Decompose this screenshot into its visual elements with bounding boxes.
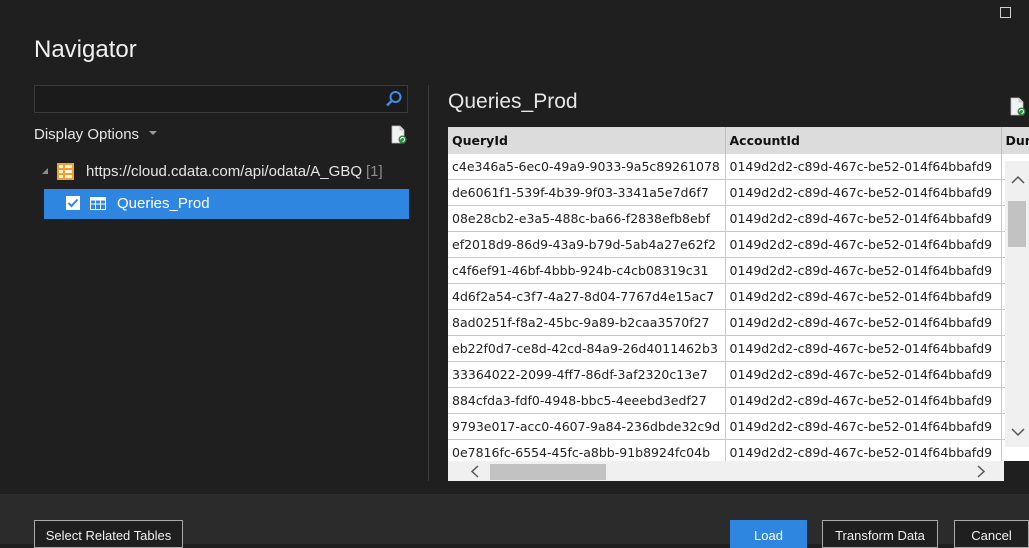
refresh-icon[interactable]: [390, 125, 408, 145]
column-header-accountid[interactable]: AccountId: [725, 127, 1002, 154]
cell-queryid: 0e7816fc-6554-45fc-a8bb-91b8924fc04b: [448, 439, 726, 461]
vertical-scrollbar[interactable]: [1005, 161, 1029, 447]
column-header-queryid[interactable]: QueryId: [448, 127, 726, 154]
cell-queryid: 4d6f2a54-c3f7-4a27-8d04-7767d4e15ac7: [448, 283, 726, 310]
checkbox-checked-icon[interactable]: [66, 196, 80, 210]
tree-item-queries-prod[interactable]: Queries_Prod: [44, 189, 409, 219]
table-row: 884cfda3-fdf0-4948-bbc5-4eeebd3edf27 0149…: [448, 387, 1029, 414]
table-row: eb22f0d7-ce8d-42cd-84a9-26d4011462b3 0149…: [448, 335, 1029, 362]
cell-queryid: 33364022-2099-4ff7-86df-3af2320c13e7: [448, 361, 726, 388]
horizontal-scrollbar[interactable]: [448, 461, 1004, 481]
cell-accountid: 0149d2d2-c89d-467c-be52-014f64bbafd9: [725, 387, 1002, 414]
search-input[interactable]: [35, 86, 387, 112]
cell-queryid: eb22f0d7-ce8d-42cd-84a9-26d4011462b3: [448, 335, 726, 362]
source-url: https://cloud.cdata.com/api/odata/A_GBQ: [86, 163, 362, 180]
maximize-icon[interactable]: [1000, 7, 1011, 18]
odata-source-icon: [57, 163, 74, 180]
preview-table: QueryId AccountId Dura c4e346a5-6ec0-49a…: [448, 127, 1029, 461]
table-row: c4f6ef91-46bf-4bbb-924b-c4cb08319c31 0149…: [448, 257, 1029, 284]
pane-divider: [428, 85, 429, 481]
cell-accountid: 0149d2d2-c89d-467c-be52-014f64bbafd9: [725, 257, 1002, 284]
scroll-up-icon[interactable]: [1011, 175, 1025, 185]
cell-accountid: 0149d2d2-c89d-467c-be52-014f64bbafd9: [725, 179, 1002, 206]
display-options-label: Display Options: [34, 126, 140, 143]
vertical-scroll-thumb[interactable]: [1008, 201, 1026, 247]
table-icon: [90, 197, 106, 210]
tree-source-node[interactable]: https://cloud.cdata.com/api/odata/A_GBQ[…: [86, 163, 383, 180]
preview-grid[interactable]: QueryId AccountId Dura c4e346a5-6ec0-49a…: [448, 127, 1029, 461]
table-row: 0e7816fc-6554-45fc-a8bb-91b8924fc04b 0149…: [448, 439, 1029, 461]
horizontal-scroll-thumb[interactable]: [490, 464, 606, 480]
cell-accountid: 0149d2d2-c89d-467c-be52-014f64bbafd9: [725, 361, 1002, 388]
display-options-dropdown[interactable]: Display Options: [34, 126, 158, 143]
refresh-icon[interactable]: [1009, 97, 1027, 117]
cell-queryid: 08e28cb2-e3a5-488c-ba66-f2838efb8ebf: [448, 205, 726, 232]
table-row: c4e346a5-6ec0-49a9-9033-9a5c89261078 0149…: [448, 154, 1029, 180]
preview-title: Queries_Prod: [448, 90, 578, 113]
scroll-right-icon[interactable]: [976, 465, 986, 478]
table-row: 33364022-2099-4ff7-86df-3af2320c13e7 0149…: [448, 361, 1029, 388]
cell-accountid: 0149d2d2-c89d-467c-be52-014f64bbafd9: [725, 231, 1002, 258]
tree-collapse-icon[interactable]: [42, 168, 48, 174]
cell-queryid: de6061f1-539f-4b39-9f03-3341a5e7d6f7: [448, 179, 726, 206]
table-row: 9793e017-acc0-4607-9a84-236dbde32c9d 0149…: [448, 413, 1029, 440]
table-row: de6061f1-539f-4b39-9f03-3341a5e7d6f7 0149…: [448, 179, 1029, 206]
search-box[interactable]: [34, 85, 408, 113]
cell-accountid: 0149d2d2-c89d-467c-be52-014f64bbafd9: [725, 154, 1002, 180]
table-row: ef2018d9-86d9-43a9-b79d-5ab4a27e62f2 0149…: [448, 231, 1029, 258]
table-row: 8ad0251f-f8a2-45bc-9a89-b2caa3570f27 0149…: [448, 309, 1029, 336]
cell-accountid: 0149d2d2-c89d-467c-be52-014f64bbafd9: [725, 335, 1002, 362]
search-icon[interactable]: [385, 90, 403, 108]
window-title: Navigator: [34, 36, 137, 63]
cell-queryid: c4e346a5-6ec0-49a9-9033-9a5c89261078: [448, 154, 726, 180]
table-row: 08e28cb2-e3a5-488c-ba66-f2838efb8ebf 0149…: [448, 205, 1029, 232]
cell-queryid: 8ad0251f-f8a2-45bc-9a89-b2caa3570f27: [448, 309, 726, 336]
cell-accountid: 0149d2d2-c89d-467c-be52-014f64bbafd9: [725, 309, 1002, 336]
source-count: [1]: [366, 163, 383, 180]
cell-queryid: ef2018d9-86d9-43a9-b79d-5ab4a27e62f2: [448, 231, 726, 258]
tree-item-label: Queries_Prod: [117, 195, 210, 212]
cell-accountid: 0149d2d2-c89d-467c-be52-014f64bbafd9: [725, 205, 1002, 232]
scroll-left-icon[interactable]: [470, 465, 480, 478]
cell-queryid: c4f6ef91-46bf-4bbb-924b-c4cb08319c31: [448, 257, 726, 284]
cell-queryid: 9793e017-acc0-4607-9a84-236dbde32c9d: [448, 413, 726, 440]
column-header-duration[interactable]: Dura: [1001, 127, 1029, 154]
scroll-down-icon[interactable]: [1011, 427, 1025, 437]
table-row: 4d6f2a54-c3f7-4a27-8d04-7767d4e15ac7 0149…: [448, 283, 1029, 310]
cell-accountid: 0149d2d2-c89d-467c-be52-014f64bbafd9: [725, 413, 1002, 440]
table-header-row: QueryId AccountId Dura: [448, 127, 1029, 154]
cell-accountid: 0149d2d2-c89d-467c-be52-014f64bbafd9: [725, 439, 1002, 461]
cell-queryid: 884cfda3-fdf0-4948-bbc5-4eeebd3edf27: [448, 387, 726, 414]
cell-accountid: 0149d2d2-c89d-467c-be52-014f64bbafd9: [725, 283, 1002, 310]
chevron-down-icon: [149, 131, 158, 136]
